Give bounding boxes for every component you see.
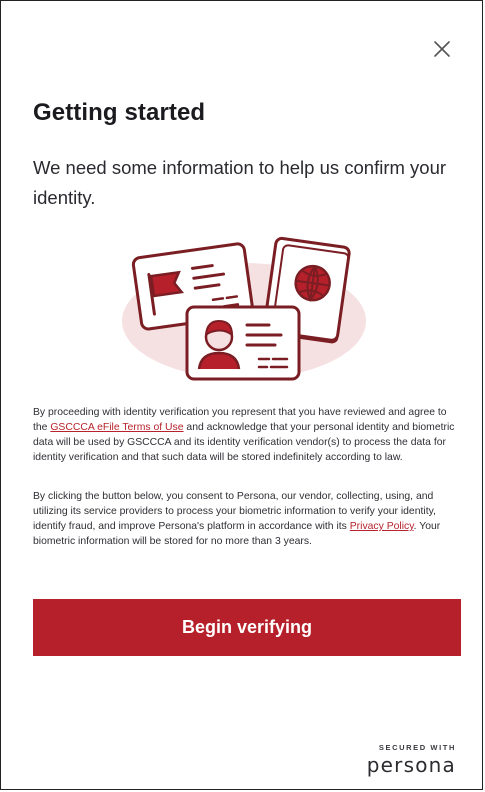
privacy-policy-link[interactable]: Privacy Policy: [350, 521, 414, 532]
terms-disclaimer: By proceeding with identity verification…: [33, 405, 461, 465]
verification-dialog: Getting started We need some information…: [0, 0, 483, 790]
close-icon: [434, 41, 450, 57]
biometric-consent: By clicking the button below, you consen…: [33, 489, 461, 549]
id-card-icon: [185, 305, 301, 381]
secured-with-persona-badge: SECURED WITH persona: [367, 743, 456, 776]
id-documents-illustration: [119, 235, 369, 387]
close-button[interactable]: [430, 37, 454, 61]
persona-logo: persona: [366, 753, 456, 777]
page-subtitle: We need some information to help us conf…: [33, 157, 447, 208]
terms-of-use-link[interactable]: GSCCCA eFile Terms of Use: [50, 422, 183, 433]
page-title: Getting started: [33, 99, 206, 126]
begin-verifying-button[interactable]: Begin verifying: [33, 599, 461, 656]
secured-with-label: SECURED WITH: [378, 743, 456, 752]
